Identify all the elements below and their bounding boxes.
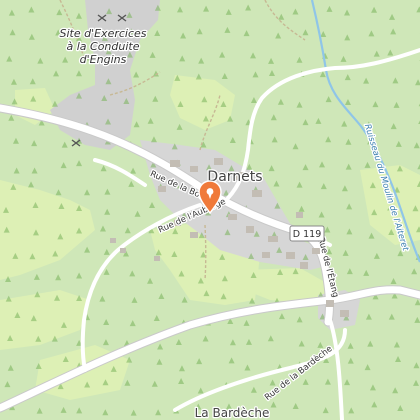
building bbox=[190, 232, 198, 238]
route-badge: D 119 bbox=[289, 225, 325, 242]
map-view[interactable]: Site d'Exercices à la Conduite d'Engins … bbox=[0, 0, 420, 420]
building bbox=[154, 256, 160, 261]
building bbox=[110, 238, 116, 243]
building bbox=[158, 186, 166, 192]
map-canvas: Site d'Exercices à la Conduite d'Engins … bbox=[0, 0, 420, 420]
building bbox=[228, 214, 237, 220]
building bbox=[252, 190, 262, 197]
building bbox=[326, 300, 334, 307]
building bbox=[170, 160, 180, 167]
place-label-line3: d'Engins bbox=[80, 53, 127, 66]
building bbox=[340, 310, 349, 317]
place-label-line1: Site d'Exercices bbox=[59, 27, 146, 40]
building bbox=[262, 252, 270, 258]
building bbox=[286, 252, 295, 259]
building bbox=[300, 262, 308, 269]
building bbox=[268, 236, 278, 242]
route-badge-label: D 119 bbox=[293, 229, 321, 240]
bottom-place-label: La Bardèche bbox=[195, 406, 270, 420]
building bbox=[190, 166, 198, 172]
building bbox=[246, 226, 254, 233]
building bbox=[120, 248, 126, 253]
building bbox=[296, 212, 303, 218]
building bbox=[214, 158, 223, 165]
place-label-line2: à la Conduite bbox=[66, 40, 139, 53]
